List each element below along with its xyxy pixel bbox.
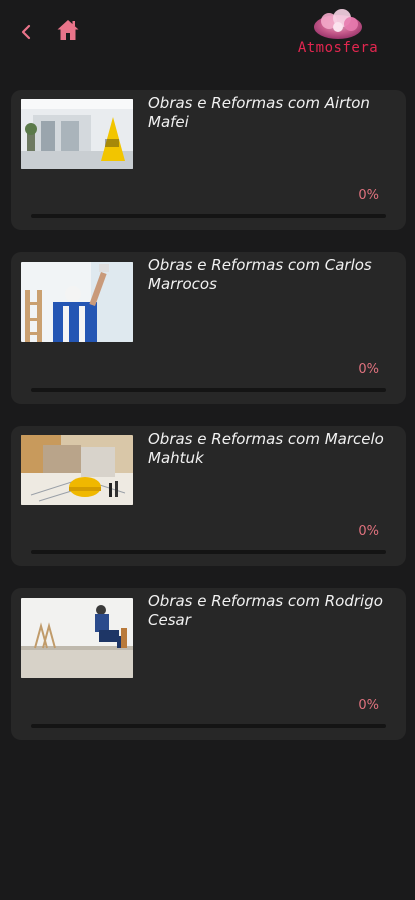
course-card[interactable]: Obras e Reformas com Rodrigo Cesar 0% (11, 588, 406, 740)
chevron-left-icon (21, 24, 31, 40)
progress-percent: 0% (358, 362, 379, 377)
progress-percent: 0% (358, 524, 379, 539)
logo-emblem-icon (314, 9, 362, 39)
brand-name: Atmosfera (297, 40, 379, 56)
course-card[interactable]: Obras e Reformas com Marcelo Mahtuk 0% (11, 426, 406, 566)
back-button[interactable] (16, 20, 36, 44)
progress-bar (31, 550, 386, 554)
course-card[interactable]: Obras e Reformas com Carlos Marrocos 0% (11, 252, 406, 404)
atmosfera-logo: Atmosfera (279, 8, 397, 58)
progress-percent: 0% (358, 188, 379, 203)
course-thumbnail (21, 435, 133, 505)
progress-bar (31, 214, 386, 218)
app-header: Atmosfera (0, 0, 415, 64)
course-title: Obras e Reformas com Airton Mafei (148, 94, 370, 131)
progress-bar (31, 388, 386, 392)
course-thumbnail (21, 99, 133, 169)
course-title: Obras e Reformas com Carlos Marrocos (148, 256, 372, 293)
course-list: Obras e Reformas com Airton Mafei 0% Obr… (11, 90, 406, 740)
progress-percent: 0% (358, 698, 379, 713)
app-screen: Atmosfera Obras e Reformas com Airton Ma… (0, 0, 415, 900)
course-thumbnail (21, 262, 133, 342)
course-card[interactable]: Obras e Reformas com Airton Mafei 0% (11, 90, 406, 230)
course-title: Obras e Reformas com Rodrigo Cesar (148, 592, 383, 629)
course-title: Obras e Reformas com Marcelo Mahtuk (148, 430, 384, 467)
progress-bar (31, 724, 386, 728)
home-button[interactable] (56, 18, 80, 42)
course-thumbnail (21, 598, 133, 678)
home-icon (57, 20, 79, 40)
